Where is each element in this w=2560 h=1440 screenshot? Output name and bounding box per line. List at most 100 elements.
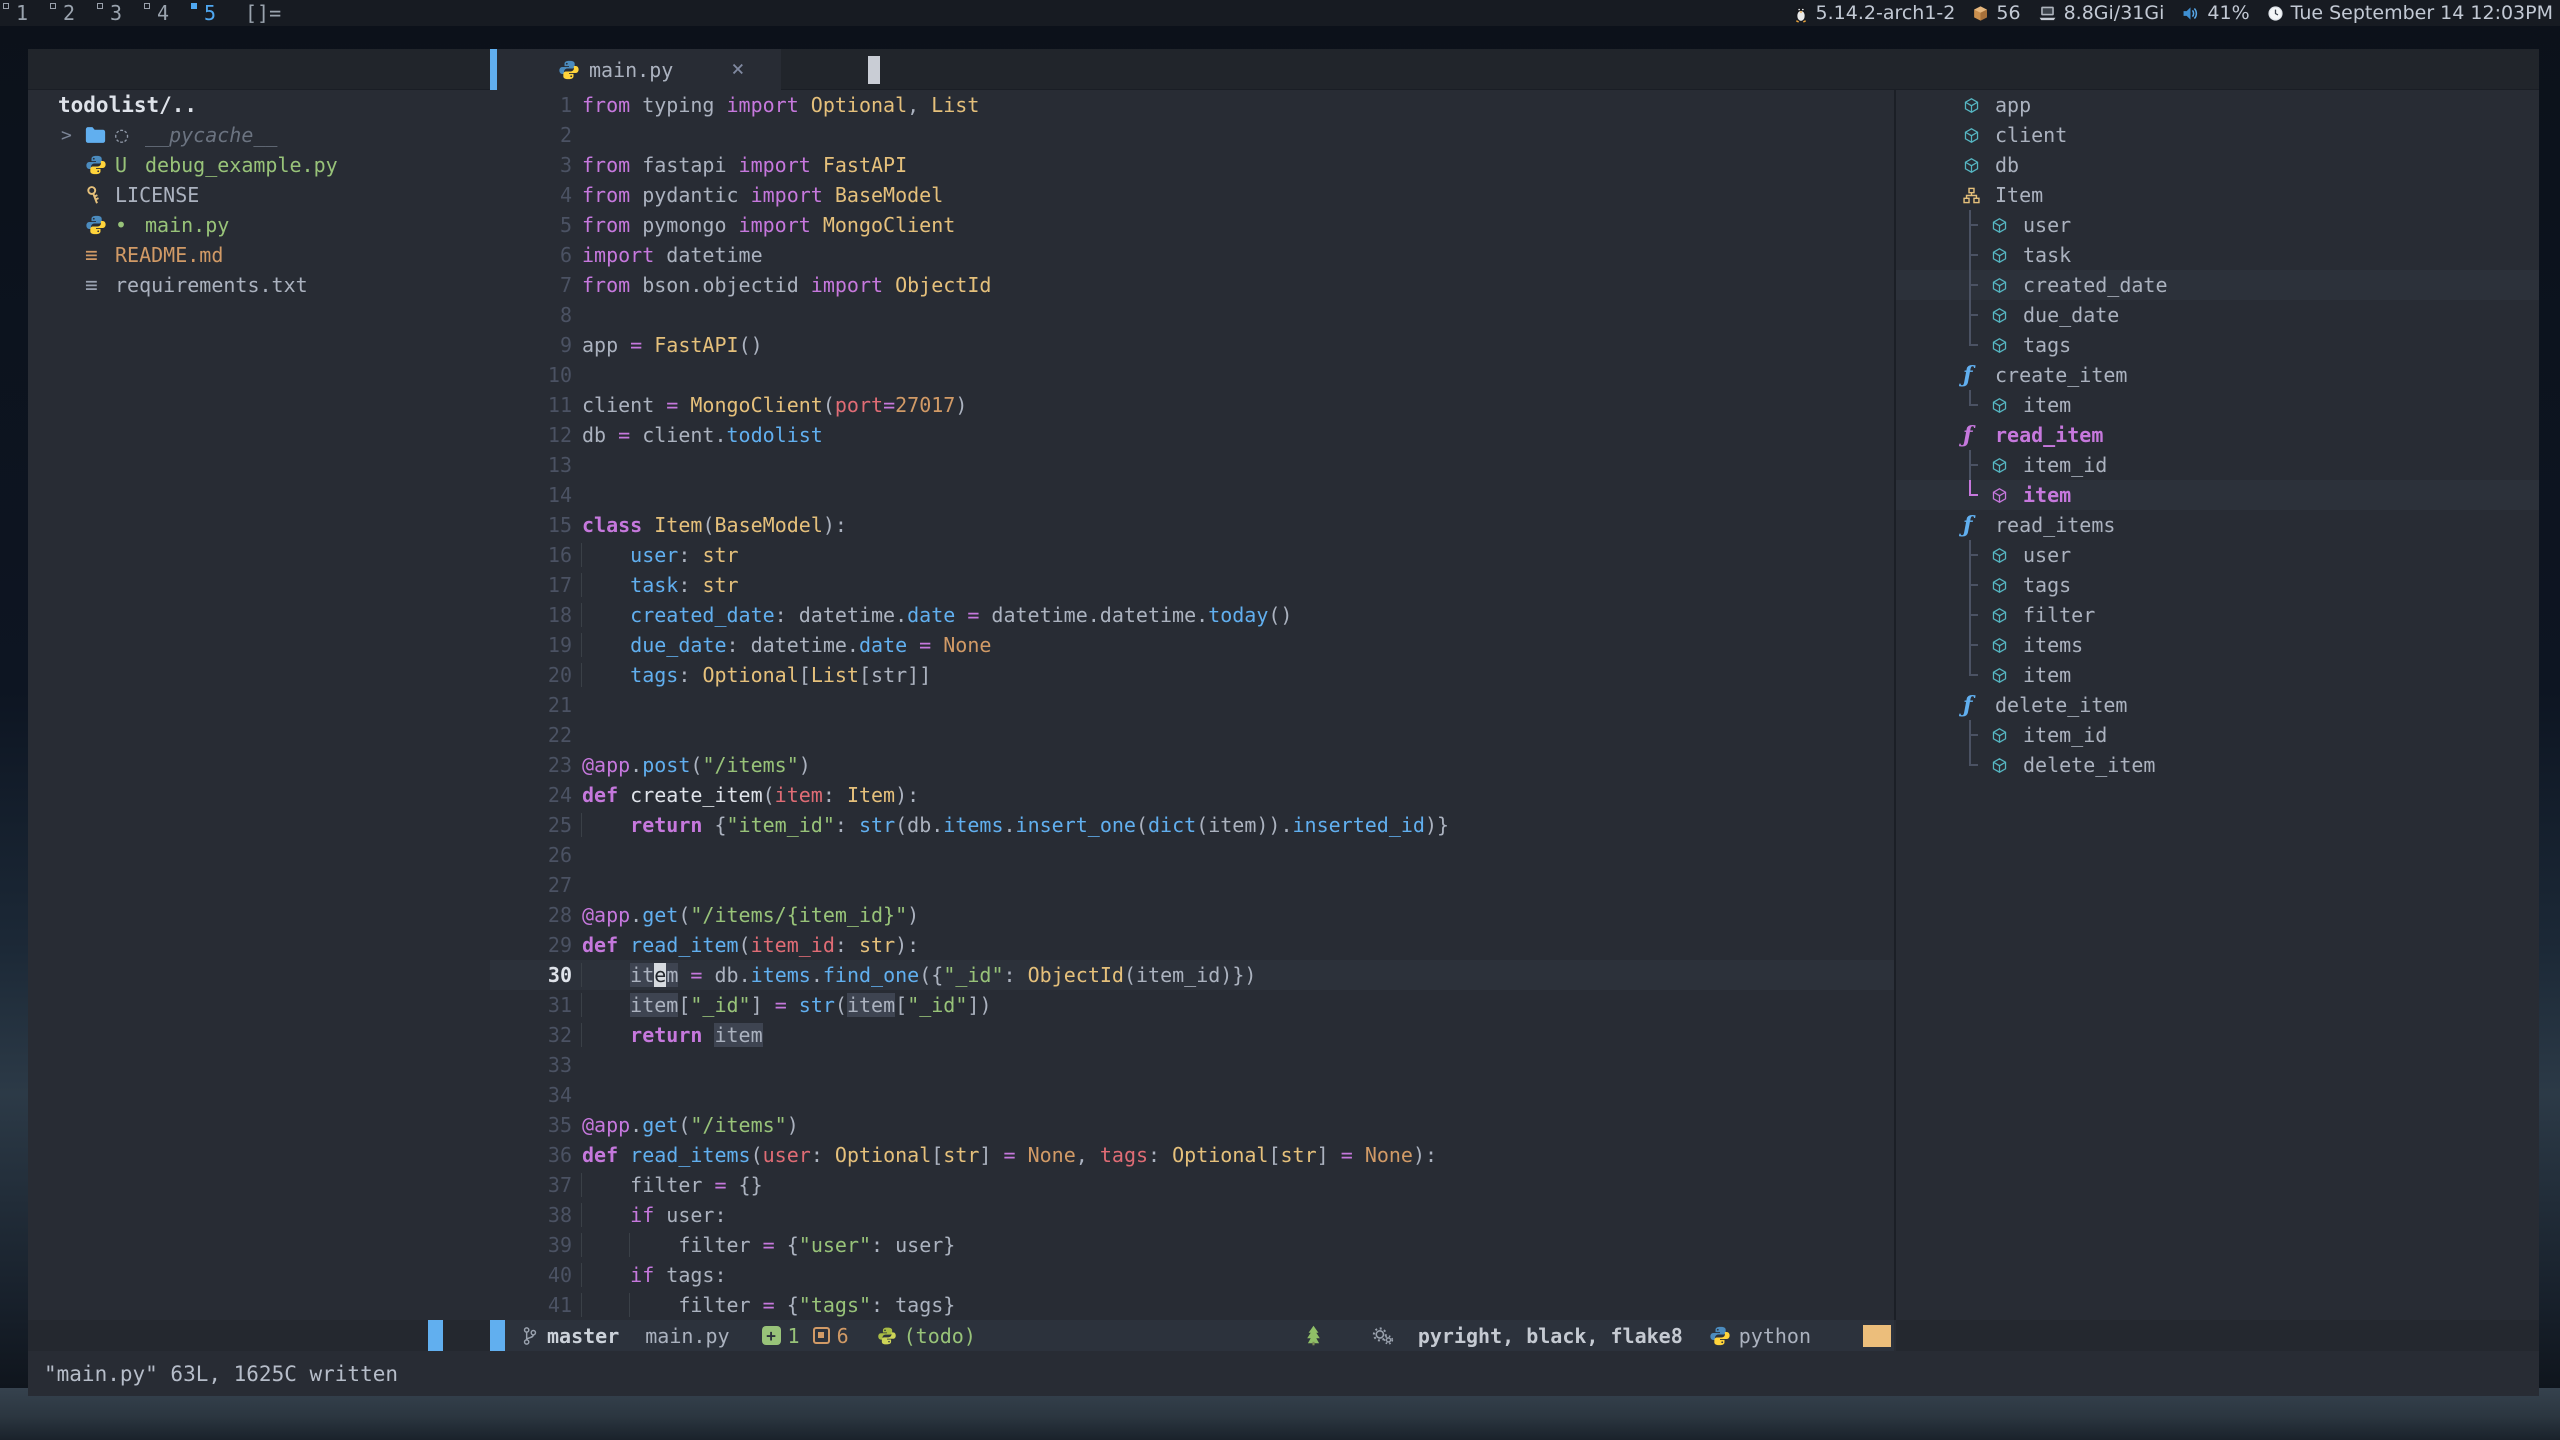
line-number: 21 xyxy=(490,690,572,720)
code-line-41[interactable]: 41 filter = {"tags": tags} xyxy=(490,1290,1894,1320)
code-line-14[interactable]: 14 xyxy=(490,480,1894,510)
code-line-17[interactable]: 17 task: str xyxy=(490,570,1894,600)
outline-item-create_item[interactable]: ƒcreate_item xyxy=(1896,360,2539,390)
code-line-27[interactable]: 27 xyxy=(490,870,1894,900)
workspace-tag-2[interactable]: 2 xyxy=(47,0,94,26)
workspace-tag-3[interactable]: 3 xyxy=(94,0,141,26)
function-icon: ƒ xyxy=(1963,364,1983,386)
code-line-31[interactable]: 31 item["_id"] = str(item["_id"]) xyxy=(490,990,1894,1020)
outline-item-due_date[interactable]: due_date xyxy=(1896,300,2539,330)
code-line-16[interactable]: 16 user: str xyxy=(490,540,1894,570)
code-line-6[interactable]: 6import datetime xyxy=(490,240,1894,270)
file-tree-root[interactable]: todolist/.. xyxy=(28,90,490,120)
outline-item-app[interactable]: app xyxy=(1896,90,2539,120)
outline-item-Item[interactable]: Item xyxy=(1896,180,2539,210)
code-line-38[interactable]: 38 if user: xyxy=(490,1200,1894,1230)
code-line-3[interactable]: 3from fastapi import FastAPI xyxy=(490,150,1894,180)
code-line-35[interactable]: 35 @app.get("/items") xyxy=(490,1110,1894,1140)
outline-item-items[interactable]: items xyxy=(1896,630,2539,660)
code-text: @app.get("/items/{item_id}") xyxy=(582,900,919,930)
outline-item-delete_item[interactable]: ƒdelete_item xyxy=(1896,690,2539,720)
code-line-30[interactable]: 30 item = db.items.find_one({"_id": Obje… xyxy=(490,960,1894,990)
outline-item-item[interactable]: item xyxy=(1896,660,2539,690)
variable-icon xyxy=(1963,157,1983,174)
outline-item-item[interactable]: item xyxy=(1896,390,2539,420)
file-tree-item-requirements-txt[interactable]: ≡requirements.txt xyxy=(28,270,490,300)
line-number: 24 xyxy=(490,780,572,810)
outline-item-read_items[interactable]: ƒread_items xyxy=(1896,510,2539,540)
file-tree-item-readme-md[interactable]: ≡README.md xyxy=(28,240,490,270)
python-filetype-icon xyxy=(1709,1325,1731,1347)
code-line-28[interactable]: 28@app.get("/items/{item_id}") xyxy=(490,900,1894,930)
code-editor[interactable]: 1from typing import Optional, List23from… xyxy=(490,90,1894,1320)
line-number: 38 xyxy=(490,1200,572,1230)
statusline-tree-indicator xyxy=(428,1320,443,1351)
variable-icon xyxy=(1991,607,2011,624)
code-line-32[interactable]: 32 return item xyxy=(490,1020,1894,1050)
code-line-36[interactable]: 36def read_items(user: Optional[str] = N… xyxy=(490,1140,1894,1170)
code-line-26[interactable]: 26 xyxy=(490,840,1894,870)
outline-item-db[interactable]: db xyxy=(1896,150,2539,180)
workspace-tag-5[interactable]: 5 xyxy=(188,0,235,26)
chevron-collapsed-icon[interactable]: > xyxy=(61,125,85,146)
file-tree-item-license[interactable]: LICENSE xyxy=(28,180,490,210)
code-line-5[interactable]: 5from pymongo import MongoClient xyxy=(490,210,1894,240)
code-line-1[interactable]: 1from typing import Optional, List xyxy=(490,90,1894,120)
code-line-4[interactable]: 4from pydantic import BaseModel xyxy=(490,180,1894,210)
close-icon[interactable]: × xyxy=(731,57,744,82)
outline-item-tags[interactable]: tags xyxy=(1896,330,2539,360)
code-line-11[interactable]: 11client = MongoClient(port=27017) xyxy=(490,390,1894,420)
symbol-name: delete_item xyxy=(2023,753,2155,777)
line-number: 26 xyxy=(490,840,572,870)
layout-symbol[interactable]: []= xyxy=(245,0,281,27)
file-tree-item--pycache-[interactable]: >◌__pycache__ xyxy=(28,120,490,150)
code-line-29[interactable]: 29def read_item(item_id: str): xyxy=(490,930,1894,960)
file-tree-item-debug-example-py[interactable]: Udebug_example.py xyxy=(28,150,490,180)
tree-connector xyxy=(1963,270,1977,300)
line-number: 15 xyxy=(490,510,572,540)
code-text: @app.get("/items") xyxy=(582,1110,799,1140)
code-line-34[interactable]: 34 xyxy=(490,1080,1894,1110)
code-line-33[interactable]: 33 xyxy=(490,1050,1894,1080)
symbol-name: item xyxy=(2023,663,2071,687)
workspace-tag-4[interactable]: 4 xyxy=(141,0,188,26)
code-line-13[interactable]: 13 xyxy=(490,450,1894,480)
code-line-40[interactable]: 40 if tags: xyxy=(490,1260,1894,1290)
code-line-25[interactable]: 25 return {"item_id": str(db.items.inser… xyxy=(490,810,1894,840)
code-line-20[interactable]: 20 tags: Optional[List[str]] xyxy=(490,660,1894,690)
outline-item-client[interactable]: client xyxy=(1896,120,2539,150)
code-line-12[interactable]: 12db = client.todolist xyxy=(490,420,1894,450)
code-line-15[interactable]: 15class Item(BaseModel): xyxy=(490,510,1894,540)
outline-item-tags[interactable]: tags xyxy=(1896,570,2539,600)
line-number: 35 xyxy=(490,1110,572,1140)
code-line-10[interactable]: 10 xyxy=(490,360,1894,390)
outline-item-item_id[interactable]: item_id xyxy=(1896,450,2539,480)
outline-item-item_id[interactable]: item_id xyxy=(1896,720,2539,750)
code-line-18[interactable]: 18 created_date: datetime.date = datetim… xyxy=(490,600,1894,630)
code-line-9[interactable]: 9app = FastAPI() xyxy=(490,330,1894,360)
outline-item-read_item[interactable]: ƒread_item xyxy=(1896,420,2539,450)
tab-main-py[interactable]: main.py × xyxy=(490,49,781,90)
outline-item-user[interactable]: user xyxy=(1896,210,2539,240)
code-line-39[interactable]: 39 filter = {"user": user} xyxy=(490,1230,1894,1260)
code-line-24[interactable]: 24def create_item(item: Item): xyxy=(490,780,1894,810)
code-line-7[interactable]: 7from bson.objectid import ObjectId xyxy=(490,270,1894,300)
code-line-8[interactable]: 8 xyxy=(490,300,1894,330)
code-line-22[interactable]: 22 xyxy=(490,720,1894,750)
code-line-37[interactable]: 37 filter = {} xyxy=(490,1170,1894,1200)
outline-item-delete_item[interactable]: delete_item xyxy=(1896,750,2539,780)
workspace-tag-1[interactable]: 1 xyxy=(0,0,47,26)
code-line-23[interactable]: 23@app.post("/items") xyxy=(490,750,1894,780)
code-line-21[interactable]: 21 xyxy=(490,690,1894,720)
file-tree-item-main-py[interactable]: •main.py xyxy=(28,210,490,240)
code-line-19[interactable]: 19 due_date: datetime.date = None xyxy=(490,630,1894,660)
outline-item-item[interactable]: item xyxy=(1896,480,2539,510)
outline-item-filter[interactable]: filter xyxy=(1896,600,2539,630)
status-value: 5.14.2-arch1-2 xyxy=(1816,2,1956,24)
outline-item-created_date[interactable]: created_date xyxy=(1896,270,2539,300)
outline-item-task[interactable]: task xyxy=(1896,240,2539,270)
symbol-name: created_date xyxy=(2023,273,2168,297)
outline-item-user[interactable]: user xyxy=(1896,540,2539,570)
code-line-2[interactable]: 2 xyxy=(490,120,1894,150)
line-number: 19 xyxy=(490,630,572,660)
